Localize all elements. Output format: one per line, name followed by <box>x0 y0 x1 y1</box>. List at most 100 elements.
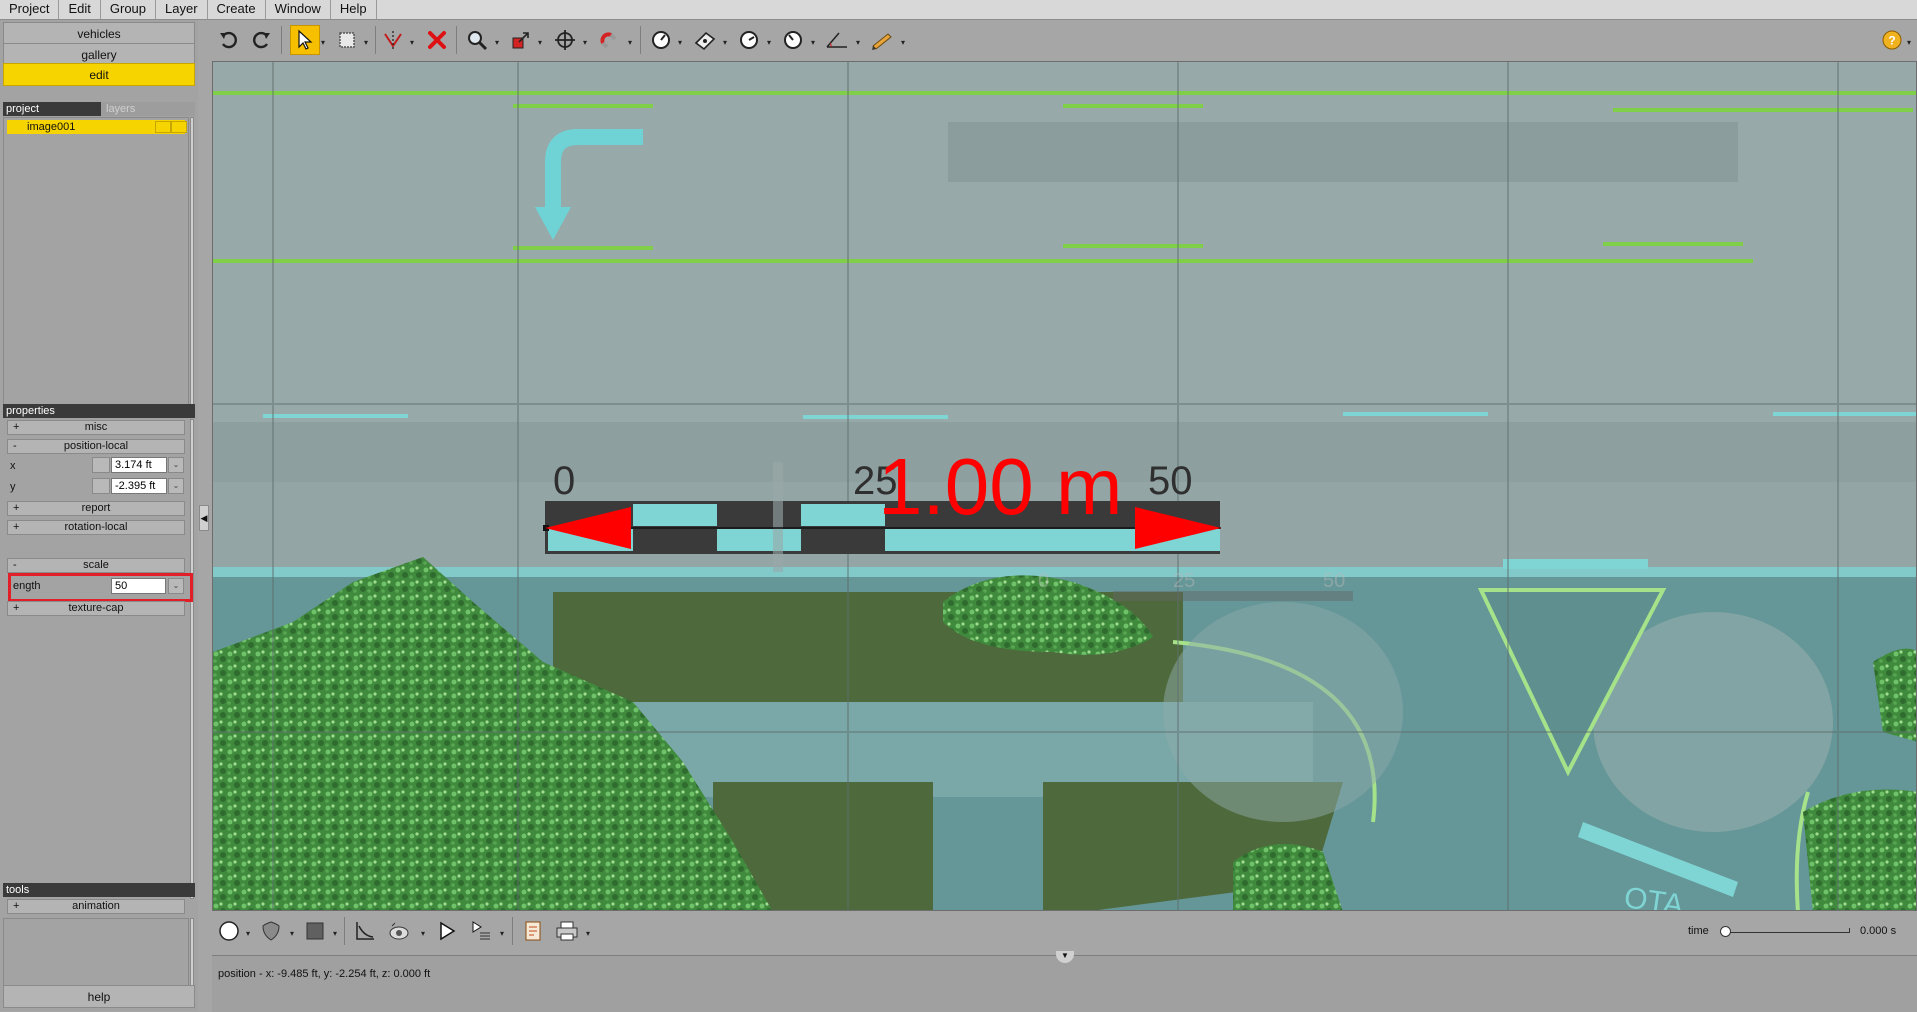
chart-icon[interactable] <box>350 916 380 946</box>
section-label: rotation-local <box>64 521 128 533</box>
chevron-down-icon[interactable]: ▾ <box>246 929 250 938</box>
menu-bar: Project Edit Group Layer Create Window H… <box>0 0 1917 20</box>
chevron-down-icon[interactable]: ▾ <box>500 929 504 938</box>
zoom-icon[interactable] <box>462 25 492 55</box>
misc-section[interactable]: + misc <box>7 420 185 435</box>
menu-project[interactable]: Project <box>0 0 60 19</box>
measure-icon[interactable] <box>822 25 852 55</box>
y-field-handle[interactable] <box>92 478 110 494</box>
collapse-icon: - <box>13 440 17 452</box>
menu-create[interactable]: Create <box>208 0 266 19</box>
position-local-section[interactable]: - position-local <box>7 439 185 454</box>
chevron-down-icon[interactable]: ▾ <box>333 929 337 938</box>
tab-layers[interactable]: layers <box>101 102 195 116</box>
tilt-icon[interactable] <box>690 25 720 55</box>
chevron-down-icon[interactable]: ▾ <box>421 929 425 938</box>
chevron-down-icon[interactable]: ▾ <box>628 38 632 47</box>
tools-area <box>3 918 189 988</box>
chevron-down-icon[interactable]: ▾ <box>538 38 542 47</box>
expand-icon: + <box>13 521 20 533</box>
section-label: texture-cap <box>68 602 124 614</box>
chevron-down-icon[interactable]: ▾ <box>1907 38 1911 47</box>
scale-label-start: 0 <box>553 459 575 503</box>
scale-section[interactable]: - scale <box>7 558 185 573</box>
time-slider-line <box>1725 932 1850 933</box>
playlist-icon[interactable] <box>466 916 496 946</box>
menu-edit[interactable]: Edit <box>59 0 101 19</box>
circle-icon[interactable] <box>214 916 244 946</box>
chevron-down-icon[interactable]: ▾ <box>364 38 368 47</box>
layer-lock-toggle[interactable] <box>171 121 187 133</box>
x-label: x <box>10 460 16 472</box>
undo-icon[interactable] <box>214 25 244 55</box>
redo-icon[interactable] <box>246 25 276 55</box>
panel-collapse-handle[interactable]: ◀ <box>199 505 209 531</box>
chevron-down-icon[interactable]: ▾ <box>321 38 325 47</box>
gauge-icon[interactable] <box>646 25 676 55</box>
scale-icon[interactable] <box>506 25 536 55</box>
chevron-down-icon[interactable]: ▾ <box>290 929 294 938</box>
scale-label-end: 50 <box>1148 459 1193 503</box>
expand-icon: + <box>13 602 20 614</box>
status-toggle-icon[interactable]: ▼ <box>1056 951 1074 963</box>
chevron-down-icon[interactable]: ▾ <box>678 38 682 47</box>
chevron-down-icon[interactable]: ▾ <box>723 38 727 47</box>
magnet-icon[interactable] <box>594 25 624 55</box>
vehicles-button[interactable]: vehicles <box>3 22 195 45</box>
menu-layer[interactable]: Layer <box>156 0 208 19</box>
drawing-canvas[interactable]: OTA 0 25 50 0 25 50 1.00 m <box>212 61 1917 911</box>
camera-icon[interactable] <box>384 916 414 946</box>
length-highlight-box <box>8 573 193 602</box>
measurement-label: 1.00 m <box>878 442 1123 531</box>
layer-list-scrollbar[interactable] <box>190 117 194 418</box>
edit-button[interactable]: edit <box>3 63 195 86</box>
texture-cap-section[interactable]: + texture-cap <box>7 601 185 616</box>
chevron-down-icon[interactable]: ▾ <box>495 38 499 47</box>
chevron-down-icon[interactable]: ▾ <box>767 38 771 47</box>
select-arrow-icon[interactable] <box>290 25 320 55</box>
expand-icon: + <box>13 421 20 433</box>
gauge-icon[interactable] <box>778 25 808 55</box>
section-label: misc <box>84 421 108 433</box>
move-icon[interactable] <box>550 25 580 55</box>
tab-project[interactable]: project <box>3 102 101 116</box>
y-stepper[interactable]: ⌄ <box>168 478 184 494</box>
chevron-down-icon[interactable]: ▾ <box>583 38 587 47</box>
report-section[interactable]: + report <box>7 501 185 516</box>
gauge-icon[interactable] <box>734 25 764 55</box>
help-icon[interactable]: ? <box>1877 25 1907 55</box>
delete-icon[interactable] <box>422 25 452 55</box>
y-input[interactable] <box>111 478 167 494</box>
print-icon[interactable] <box>552 916 582 946</box>
menu-window[interactable]: Window <box>266 0 331 19</box>
pencil-icon[interactable] <box>867 25 897 55</box>
chevron-down-icon[interactable]: ▾ <box>410 38 414 47</box>
tools-scrollbar[interactable] <box>190 918 194 988</box>
play-icon[interactable] <box>432 916 462 946</box>
menu-help[interactable]: Help <box>331 0 377 19</box>
time-slider-knob[interactable] <box>1720 926 1731 937</box>
chevron-down-icon[interactable]: ▾ <box>856 38 860 47</box>
svg-text:?: ? <box>1888 34 1895 48</box>
chevron-down-icon[interactable]: ▾ <box>586 929 590 938</box>
section-label: position-local <box>63 440 129 452</box>
ghost-label-start: 0 <box>1038 570 1049 592</box>
rectangle-icon[interactable] <box>332 25 362 55</box>
x-stepper[interactable]: ⌄ <box>168 457 184 473</box>
mirror-icon[interactable] <box>378 25 408 55</box>
square-icon[interactable] <box>300 916 330 946</box>
properties-scrollbar[interactable] <box>190 419 194 899</box>
shield-icon[interactable] <box>256 916 286 946</box>
help-button[interactable]: help <box>3 985 195 1008</box>
x-input[interactable] <box>111 457 167 473</box>
menu-group[interactable]: Group <box>101 0 157 19</box>
chevron-down-icon[interactable]: ▾ <box>901 38 905 47</box>
chevron-down-icon[interactable]: ▾ <box>811 38 815 47</box>
layer-visibility-toggle[interactable] <box>155 121 171 133</box>
animation-section[interactable]: + animation <box>7 899 185 914</box>
layer-row[interactable]: image001 <box>7 120 187 134</box>
ghost-label-end: 50 <box>1323 570 1345 592</box>
report-icon[interactable] <box>518 916 548 946</box>
x-field-handle[interactable] <box>92 457 110 473</box>
rotation-local-section[interactable]: + rotation-local <box>7 520 185 535</box>
